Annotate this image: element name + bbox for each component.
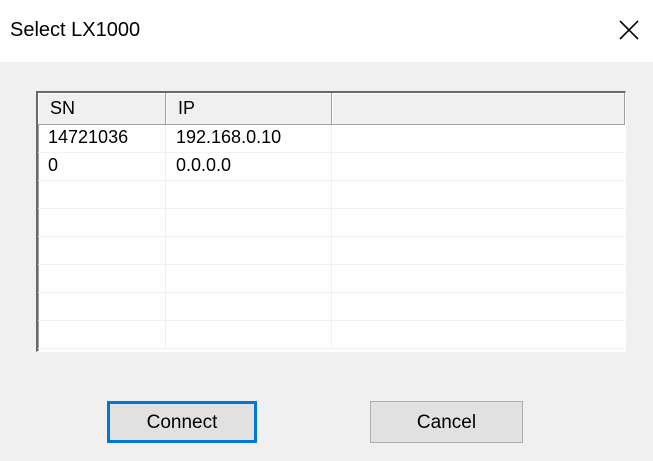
sn-cell xyxy=(38,293,166,321)
list-header: SN IP xyxy=(38,93,625,125)
extra-cell xyxy=(332,293,625,321)
extra-cell xyxy=(332,237,625,265)
device-list[interactable]: SN IP 14721036 192.168.0.10 0 0.0.0.0 xyxy=(36,91,626,352)
column-header-empty[interactable] xyxy=(332,93,625,125)
sn-cell xyxy=(38,321,166,349)
ip-cell: 192.168.0.10 xyxy=(166,125,332,153)
extra-cell xyxy=(332,265,625,293)
window-title: Select LX1000 xyxy=(10,19,141,41)
extra-cell xyxy=(332,209,625,237)
select-device-dialog: Select LX1000 SN IP 14721036 192.168.0.1… xyxy=(0,0,653,461)
sn-cell: 0 xyxy=(38,153,166,181)
close-button[interactable] xyxy=(613,14,645,46)
column-header-sn[interactable]: SN xyxy=(38,93,166,125)
extra-cell xyxy=(332,153,625,181)
sn-cell xyxy=(38,237,166,265)
extra-cell xyxy=(332,321,625,349)
extra-cell xyxy=(332,125,625,153)
list-row[interactable] xyxy=(38,209,625,237)
ip-cell xyxy=(166,181,332,209)
ip-cell: 0.0.0.0 xyxy=(166,153,332,181)
sn-cell: 14721036 xyxy=(38,125,166,153)
list-row[interactable] xyxy=(38,265,625,293)
sn-cell xyxy=(38,209,166,237)
sn-cell xyxy=(38,265,166,293)
list-row[interactable] xyxy=(38,321,625,349)
ip-cell xyxy=(166,237,332,265)
connect-button[interactable]: Connect xyxy=(107,401,257,443)
close-icon xyxy=(619,20,639,40)
list-row[interactable]: 0 0.0.0.0 xyxy=(38,153,625,181)
ip-cell xyxy=(166,321,332,349)
column-header-ip[interactable]: IP xyxy=(166,93,332,125)
list-row[interactable] xyxy=(38,181,625,209)
title-bar: Select LX1000 xyxy=(0,0,653,62)
extra-cell xyxy=(332,181,625,209)
list-row[interactable] xyxy=(38,237,625,265)
ip-cell xyxy=(166,209,332,237)
list-row[interactable]: 14721036 192.168.0.10 xyxy=(38,125,625,153)
ip-cell xyxy=(166,265,332,293)
sn-cell xyxy=(38,181,166,209)
list-row[interactable] xyxy=(38,293,625,321)
cancel-button[interactable]: Cancel xyxy=(370,401,523,443)
ip-cell xyxy=(166,293,332,321)
